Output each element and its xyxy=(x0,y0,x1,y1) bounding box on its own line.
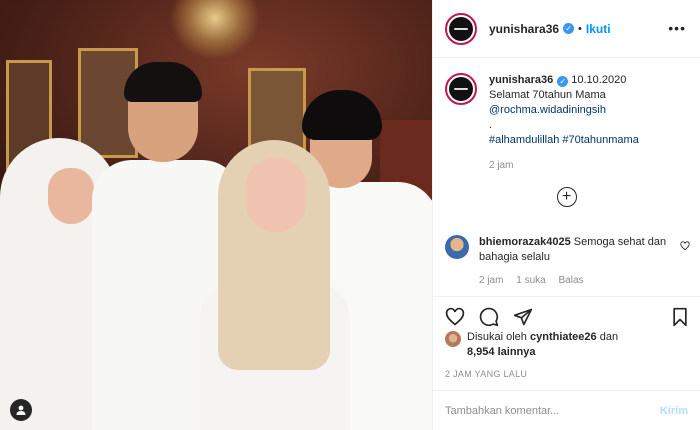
caption-avatar[interactable] xyxy=(445,73,477,105)
comment-time: 2 jam xyxy=(479,275,504,286)
caption-hashtags-link[interactable]: #alhamdulillah #70tahunmama xyxy=(489,134,639,146)
post-timestamp[interactable]: 2 JAM YANG LALU xyxy=(445,369,527,379)
photo-chandelier xyxy=(170,0,260,60)
tagged-users-button[interactable] xyxy=(10,399,32,421)
bookmark-save-icon[interactable] xyxy=(668,305,692,329)
post-side-panel: yunishara36 ✓ • Ikuti ••• yunishara36 ✓ 1… xyxy=(432,0,700,430)
caption-username[interactable]: yunishara36 xyxy=(489,74,553,86)
separator-dot: • xyxy=(578,22,582,35)
comment-like-heart-icon[interactable] xyxy=(680,241,690,254)
verified-badge-icon: ✓ xyxy=(563,23,575,34)
instagram-post: yunishara36 ✓ • Ikuti ••• yunishara36 ✓ 1… xyxy=(0,0,700,430)
user-icon xyxy=(16,405,26,415)
likes-count[interactable]: 8,954 lainnya xyxy=(467,346,536,358)
post-photo[interactable] xyxy=(0,0,432,430)
share-plane-icon[interactable] xyxy=(511,305,535,329)
commenter-avatar[interactable] xyxy=(445,235,469,259)
comment-bubble-icon[interactable] xyxy=(477,305,501,329)
like-heart-icon[interactable] xyxy=(443,305,467,329)
comment-reply-button[interactable]: Balas xyxy=(558,275,583,286)
follow-button[interactable]: Ikuti xyxy=(586,22,611,36)
comment-item: bhiemorazak4025 Semoga sehat dan bahagia… xyxy=(445,235,690,288)
liker-avatar[interactable] xyxy=(445,331,461,347)
more-options-icon[interactable]: ••• xyxy=(668,20,686,36)
likes-prefix: Disukai oleh xyxy=(467,331,527,343)
verified-badge-icon: ✓ xyxy=(557,76,569,87)
add-comment-bar: Kirim xyxy=(433,390,700,430)
comments-area[interactable]: yunishara36 ✓ 10.10.2020 Selamat 70tahun … xyxy=(433,59,700,295)
caption-date: 10.10.2020 xyxy=(571,74,627,86)
commenter-username[interactable]: bhiemorazak4025 xyxy=(479,236,571,248)
load-more-plus-icon[interactable]: + xyxy=(556,187,577,207)
caption-line: Selamat 70tahun Mama xyxy=(489,89,606,101)
caption-mention-link[interactable]: @rochma.widadiningsih xyxy=(489,104,606,116)
likes-summary: Disukai oleh cynthiatee26 dan 8,954 lain… xyxy=(445,330,690,360)
post-header: yunishara36 ✓ • Ikuti ••• xyxy=(433,0,700,58)
post-comment-button[interactable]: Kirim xyxy=(660,405,688,417)
caption-time: 2 jam xyxy=(489,160,514,171)
comment-likes-count[interactable]: 1 suka xyxy=(516,275,545,286)
load-more-comments: + xyxy=(433,187,700,207)
caption-separator: . xyxy=(489,119,493,131)
comment-input[interactable] xyxy=(445,404,660,417)
likes-conj: dan xyxy=(599,331,619,343)
liker-username[interactable]: cynthiatee26 xyxy=(530,331,597,343)
author-avatar[interactable] xyxy=(445,12,477,45)
author-username[interactable]: yunishara36 xyxy=(489,22,559,36)
caption: yunishara36 ✓ 10.10.2020 Selamat 70tahun … xyxy=(445,73,688,173)
